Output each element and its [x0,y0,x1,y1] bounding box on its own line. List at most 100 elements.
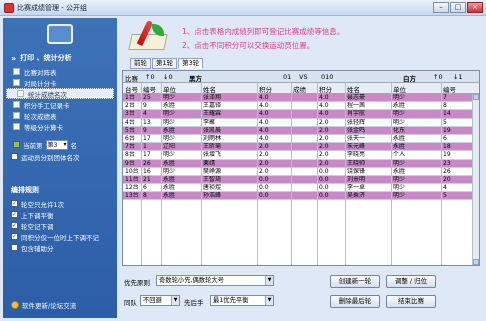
cell-table: 7台 [125,143,135,151]
table-row[interactable]: 7台 1 辽阳 王昕瑜 2.0 2.0 朱元峰 永胜 18 [123,143,479,152]
column-header-7: 姓名 [347,86,360,94]
cell-score: 2.0 [259,167,269,175]
table-row[interactable]: 2台 9 永胜 王嘉铎 4.0 4.0 程一茜 永胜 8 [123,102,479,111]
table-row[interactable]: 4台 13 明少 李聚 4.0 2.0 张轻辉 明少 5 [123,118,479,127]
priority-select[interactable]: 奇数轮小先,偶数轮大号 ▼ [156,275,274,286]
vs-label: VS [299,73,308,81]
table-row[interactable]: 3台 4 明少 王耀霖 4.0 4.0 肖宇航 明少 14 [123,110,479,119]
cell-unit: 明少 [163,118,176,126]
sort-down-left[interactable]: ↓0 [163,73,173,81]
cell-unit2: 明少 [393,94,406,101]
table-row[interactable]: 11台 21 永胜 王智琦 0.0 0.0 刘熹明 明少 20 [123,175,479,185]
cell-no2: 19 [443,151,451,159]
rule-checkbox[interactable]: ✓ [11,222,18,229]
sidebar-item-3[interactable]: 积分手工记录卡 [3,99,117,110]
tab-round-2[interactable]: 第3轮 [178,58,204,69]
same-team-select[interactable]: 不回避 ▼ [140,295,180,306]
monitor-icon [47,24,73,44]
cell-unit2: 永胜 [393,167,406,175]
grid-header: 台号 编号 单位 姓名 积分 成绩 积分 姓名 单位 编号 [123,83,479,94]
cell-name2: 李一卓 [347,184,366,192]
round-checkbox[interactable] [13,141,20,148]
cell-unit: 明少 [163,167,176,175]
table-row[interactable]: 10台 16 明少 樊峥源 2.0 0.0 饶保锋 永胜 26 [123,167,479,176]
scroll-down-icon[interactable] [473,259,479,265]
column-header-6: 积分 [319,86,332,94]
cell-unit2: 明少 [393,118,406,126]
table-row[interactable]: 1台 25 明少 张泽翔 4.0 4.0 聂志豪 明少 7 [123,94,479,103]
cell-table: 3台 [125,110,135,118]
rule-checkbox[interactable]: ✓ [11,200,18,207]
round-prefix: 当前第 [23,141,43,150]
cell-score: 4.0 [259,134,269,142]
pairing-grid: 比赛 ↑0 ↓0 黑方 01 VS 010 白方 ↑0 ↓1 台号 编号 单位 姓名积… [122,70,480,266]
chevron-up-icon: » [11,53,17,63]
column-divider [317,83,318,265]
sidebar-item-5[interactable]: 等级分计算卡 [3,121,117,132]
cell-table: 8台 [125,151,135,159]
rule-option-3[interactable]: ✓ 同积分仅一位时上下调不记 [3,231,117,242]
cell-unit: 永胜 [163,192,176,200]
column-header-9: 编号 [443,86,456,94]
sort-up-left[interactable]: ↑0 [145,73,155,81]
scroll-up-icon[interactable] [473,94,479,100]
athlete-stats-option[interactable]: 运动员分别团体名次 [3,151,117,162]
column-header-8: 单位 [393,86,406,94]
cell-name2: 聂志豪 [347,94,366,101]
round-select[interactable]: 第3 ▾ [45,139,68,150]
cell-name: 王耀霖 [203,110,222,118]
cell-table: 12台 [125,184,139,192]
sidebar-item-2[interactable]: 统计成绩名次 [6,88,114,99]
section-print-stats[interactable]: » 打印 、统计分析 [3,50,117,66]
table-row[interactable]: 8台 17 明少 张增飞 2.0 2.0 李晓亮 个人 19 [123,151,479,160]
chevron-down-icon: ▼ [265,276,273,285]
adjust-button[interactable]: 调整 / 归位 [386,275,436,288]
cell-score: 0.0 [259,192,269,200]
table-row[interactable]: 12台 6 永胜 唐祯煜 0.0 0.0 李一卓 明少 4 [123,184,479,193]
sidebar-banner [3,18,117,50]
sidebar-item-1[interactable]: 对局计分卡 [3,77,117,88]
tab-round-1[interactable]: 第1轮 [152,58,178,69]
minimize-button[interactable]: – [433,2,449,13]
sidebar-item-0[interactable]: 比赛对阵表 [3,66,117,77]
table-row[interactable]: 13台 8 永胜 孙浩峰 0.0 0.0 吴乘济 明少 5 [123,192,479,201]
close-button[interactable]: × [467,2,483,13]
cell-name2: 张金鸣 [347,126,366,134]
create-round-button[interactable]: 创建新一轮 [330,275,380,288]
table-row[interactable]: 9台 26 永胜 栗靖 2.0 2.0 王晓帅 明少 23 [123,159,479,168]
delete-round-button[interactable]: 删除最后轮 [330,295,380,308]
sidebar: » 打印 、统计分析 比赛对阵表 对局计分卡 统计成绩名次 积分手工记录卡 轮次成绩表 等级… [3,18,117,318]
rule-checkbox[interactable]: ✓ [11,233,18,240]
cell-score2: 0.0 [319,192,329,200]
cell-score: 2.0 [259,151,269,159]
cell-no2: 26 [443,167,451,175]
rule-checkbox[interactable]: ✓ [11,211,18,218]
column-divider [291,83,292,265]
maximize-button[interactable]: □ [450,2,466,13]
sort-down-right[interactable]: ↓1 [453,73,463,81]
first-move-select[interactable]: 最1优先平衡 ▼ [210,295,274,306]
rule-option-4[interactable]: 包含辅助分 [3,242,117,253]
priority-label: 优先原则 [124,279,150,287]
sidebar-item-4[interactable]: 轮次成绩表 [3,110,117,121]
rule-option-1[interactable]: ✓ 上下调平衡 [3,209,117,220]
report-icon [17,90,24,97]
update-forum-link[interactable]: 软件更新/论坛交流 [11,300,76,310]
column-divider [391,83,392,265]
tab-round-0[interactable]: 前轮 [130,58,151,69]
cell-score2: 2.0 [319,151,329,159]
cell-unit2: 永胜 [393,143,406,151]
athlete-stats-checkbox[interactable] [11,153,18,160]
table-row[interactable]: 6台 17 明少 刘雨林 4.0 2.0 张天一 永胜 6 [123,134,479,144]
cell-table: 13台 [125,192,139,200]
table-row[interactable]: 5台 9 永胜 张凯晨 4.0 2.0 张金鸣 化东 19 [123,126,479,135]
rule-option-2[interactable]: ✓ 轮空记下调 [3,220,117,231]
rule-option-0[interactable]: ✓ 轮空只允许1次 [3,198,117,209]
cell-no2: 23 [443,159,451,167]
end-match-button[interactable]: 结束比赛 [386,295,436,308]
cell-score: 4.0 [259,110,269,118]
rule-checkbox[interactable] [11,244,18,251]
vertical-scrollbar[interactable] [472,94,479,265]
cell-unit: 永胜 [163,184,176,192]
sort-up-right[interactable]: ↑0 [433,73,443,81]
